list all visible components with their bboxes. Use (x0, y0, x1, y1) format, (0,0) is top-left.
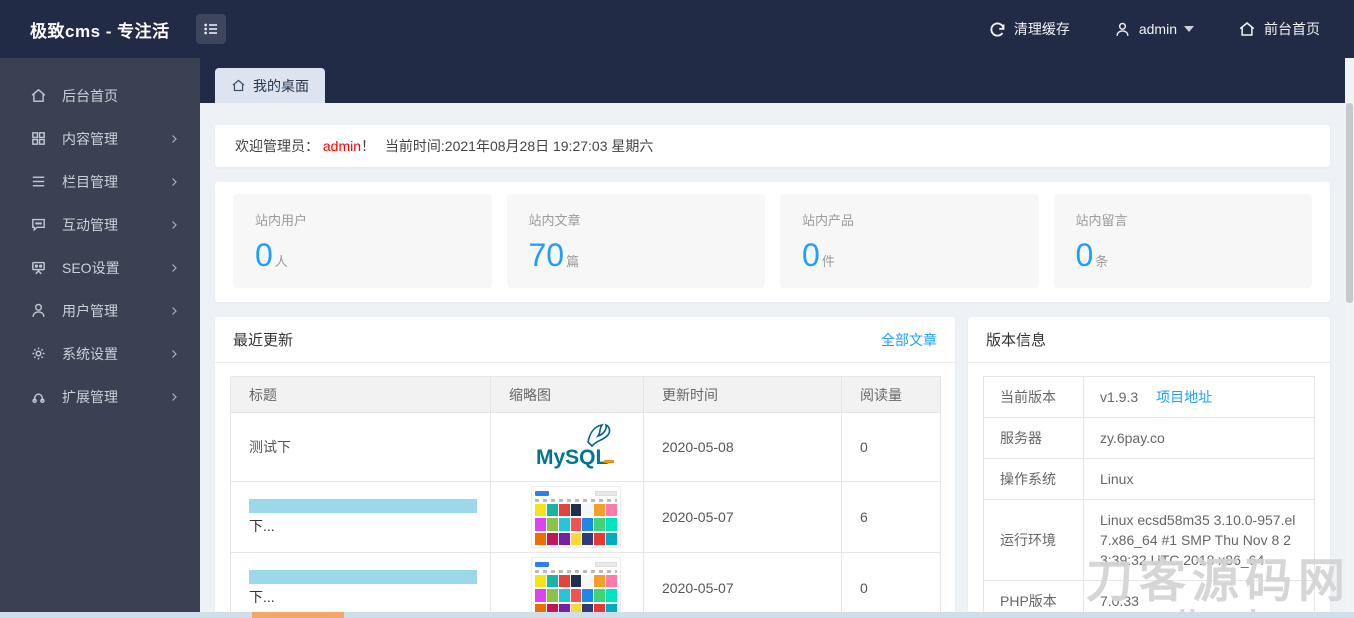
app-title: 极致cms - 专注活 (30, 21, 170, 41)
admin-name: admin (322, 138, 362, 154)
server-value: zy.6pay.co (1083, 417, 1315, 459)
stat-card-messages: 站内留言 0条 (1053, 194, 1312, 288)
vertical-scrollbar[interactable] (1345, 58, 1354, 612)
sidebar-item-extensions[interactable]: 扩展管理 (0, 375, 200, 418)
chevron-right-icon (168, 348, 180, 360)
column-header-updated: 更新时间 (643, 376, 842, 413)
hamburger-list-icon (203, 21, 219, 37)
sidebar-item-content[interactable]: 内容管理 (0, 117, 200, 160)
table-row: 当前版本 v1.9.3 项目地址 (983, 376, 1315, 418)
table-row[interactable]: 下... (230, 481, 941, 553)
sidebar: 后台首页 内容管理 栏目管理 互动管理 SEO设置 用户管理 系统设置 扩展管理 (0, 58, 200, 618)
recent-updates-table: 标题 缩略图 更新时间 阅读量 测试下 MySQL 2020-05-08 0 下… (230, 376, 941, 618)
stat-card-products: 站内产品 0件 (780, 194, 1039, 288)
home-icon (30, 87, 49, 104)
user-icon (30, 302, 49, 319)
horizontal-scrollbar[interactable] (0, 612, 1354, 618)
sidebar-item-seo[interactable]: SEO设置 (0, 246, 200, 289)
seo-board-icon (30, 259, 49, 276)
panel-title: 最近更新 (233, 332, 294, 349)
chevron-right-icon (168, 133, 180, 145)
table-row: 运行环境 Linux ecsd58m35 3.10.0-957.el7.x86_… (983, 499, 1315, 581)
chevron-down-icon (1184, 26, 1194, 32)
website-screenshot-thumbnail (531, 486, 621, 548)
os-value: Linux (1083, 458, 1315, 500)
top-header: 极致cms - 专注活 清理缓存 admin 前台首页 (0, 0, 1354, 58)
chevron-right-icon (168, 176, 180, 188)
column-header-thumbnail: 缩略图 (490, 376, 644, 413)
stat-value: 70 (528, 237, 565, 273)
article-date: 2020-05-07 (643, 552, 842, 618)
column-header-title: 标题 (230, 376, 491, 413)
sidebar-toggle-button[interactable] (195, 14, 226, 44)
chevron-right-icon (168, 305, 180, 317)
chevron-right-icon (168, 219, 180, 231)
tab-my-desktop[interactable]: 我的桌面 (215, 68, 325, 103)
article-title: 测试下 (230, 412, 491, 482)
chevron-right-icon (168, 262, 180, 274)
censor-bar (249, 570, 477, 584)
sidebar-item-columns[interactable]: 栏目管理 (0, 160, 200, 203)
refresh-icon (989, 21, 1006, 38)
article-title-masked: 下... (249, 570, 490, 608)
version-value: v1.9.3 (1100, 389, 1139, 405)
article-views: 0 (841, 552, 941, 618)
extension-icon (30, 388, 49, 405)
table-row: 服务器 zy.6pay.co (983, 417, 1315, 459)
sidebar-item-dashboard[interactable]: 后台首页 (0, 74, 200, 117)
all-articles-link[interactable]: 全部文章 (881, 330, 937, 350)
panel-title: 版本信息 (986, 332, 1047, 349)
list-icon (30, 173, 49, 190)
chevron-right-icon (168, 391, 180, 403)
article-title-masked: 下... (249, 499, 490, 537)
front-home-link[interactable]: 前台首页 (1238, 19, 1320, 39)
grid-icon (30, 130, 49, 147)
censor-bar (249, 499, 477, 513)
current-time: 当前时间:2021年08月28日 19:27:03 星期六 (384, 138, 654, 154)
recent-updates-panel: 最近更新 全部文章 标题 缩略图 更新时间 阅读量 测试下 MySQL 2020… (215, 317, 955, 618)
article-date: 2020-05-07 (643, 481, 842, 553)
article-date: 2020-05-08 (643, 412, 842, 482)
table-row: 操作系统 Linux (983, 458, 1315, 500)
stat-value: 0 (255, 237, 273, 273)
sidebar-item-users[interactable]: 用户管理 (0, 289, 200, 332)
project-url-link[interactable]: 项目地址 (1156, 389, 1212, 405)
welcome-bar: 欢迎管理员： admin！ 当前时间:2021年08月28日 19:27:03 … (215, 125, 1330, 167)
home-icon (231, 78, 246, 93)
website-screenshot-thumbnail (531, 557, 621, 618)
stat-value: 0 (1075, 237, 1094, 273)
user-menu[interactable]: admin (1114, 21, 1194, 38)
home-icon (1238, 20, 1256, 38)
tab-bar: 我的桌面 (200, 58, 1354, 103)
article-views: 6 (841, 481, 941, 553)
comment-icon (30, 216, 49, 233)
svg-text:MySQL: MySQL (536, 446, 609, 469)
user-icon (1114, 21, 1131, 38)
vertical-scrollbar-thumb[interactable] (1346, 103, 1353, 303)
stat-card-users: 站内用户 0人 (233, 194, 492, 288)
clear-cache-button[interactable]: 清理缓存 (989, 19, 1070, 39)
horizontal-scrollbar-thumb[interactable] (252, 612, 344, 618)
content-area: 欢迎管理员： admin！ 当前时间:2021年08月28日 19:27:03 … (200, 103, 1354, 618)
column-header-views: 阅读量 (841, 376, 941, 413)
stat-value: 0 (802, 237, 820, 273)
stat-card-articles: 站内文章 70 篇 (506, 194, 765, 288)
version-info-panel: 版本信息 当前版本 v1.9.3 项目地址 服务器 zy.6pay.co 操作系… (968, 317, 1330, 618)
sidebar-item-system[interactable]: 系统设置 (0, 332, 200, 375)
gear-icon (30, 345, 49, 362)
mysql-logo-thumbnail: MySQL (532, 420, 620, 472)
table-row[interactable]: 下... (230, 552, 941, 618)
username: admin (1138, 21, 1177, 37)
runtime-value: Linux ecsd58m35 3.10.0-957.el7.x86_64 #1… (1083, 499, 1315, 581)
version-info-table: 当前版本 v1.9.3 项目地址 服务器 zy.6pay.co 操作系统 Linu… (983, 376, 1315, 618)
article-views: 0 (841, 412, 941, 482)
stats-panel: 站内用户 0人 站内文章 70 篇 站内产品 0件 站内留言 0条 (215, 182, 1330, 302)
sidebar-item-interaction[interactable]: 互动管理 (0, 203, 200, 246)
table-row[interactable]: 测试下 MySQL 2020-05-08 0 (230, 412, 941, 482)
